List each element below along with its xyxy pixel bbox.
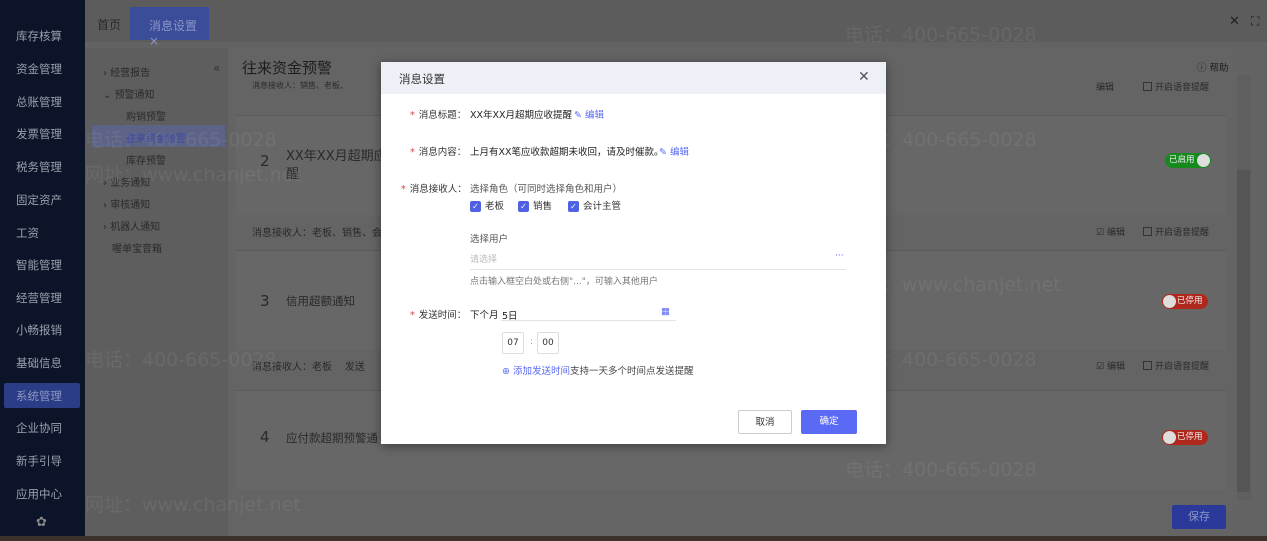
cancel-button[interactable]: 取消 xyxy=(738,410,792,434)
sidebar-item[interactable]: 资金管理 xyxy=(16,61,62,77)
sidebar-item[interactable]: 经营管理 xyxy=(16,290,62,306)
fullscreen-icon[interactable]: ⛶ xyxy=(1251,14,1259,29)
sidebar: 库存核算 资金管理 总账管理 发票管理 税务管理 固定资产 工资 智能管理 经营… xyxy=(0,0,85,541)
sidebar-item[interactable]: 小畅报销 xyxy=(16,322,62,338)
input-underline xyxy=(501,320,676,321)
dialog-header xyxy=(381,62,886,94)
tab-close-icon[interactable]: × xyxy=(149,34,159,48)
content-value: 上月有XX笔应收款超期未收回，请及时催款。 xyxy=(470,147,664,158)
title-value: XX年XX月超期应收提醒 xyxy=(470,110,573,121)
edit-button[interactable]: 编辑 xyxy=(1096,80,1114,93)
sidebar-item[interactable]: 智能管理 xyxy=(16,257,62,273)
sidebar-item[interactable]: 新手引导 xyxy=(16,453,62,469)
voice-reminder-checkbox[interactable]: 开启语音提醒 xyxy=(1143,359,1209,372)
help-link[interactable]: ⓘ 帮助 xyxy=(1197,60,1229,74)
sidebar-item[interactable]: 总账管理 xyxy=(16,94,62,110)
sidebar-item[interactable]: 应用中心 xyxy=(16,486,62,502)
more-users-button[interactable]: ··· xyxy=(835,251,844,261)
card-number: 3 xyxy=(260,292,270,310)
sidebar-item[interactable]: 工资 xyxy=(16,225,39,241)
input-underline xyxy=(470,269,846,270)
scrollbar-thumb[interactable] xyxy=(1237,170,1250,492)
receivers-text: 消息接收人：销售、老板、 xyxy=(252,81,348,90)
confirm-button[interactable]: 确定 xyxy=(801,410,857,434)
edit-button[interactable]: ☑ 编辑 xyxy=(1096,225,1125,238)
help-icon: ⓘ xyxy=(1197,63,1207,74)
tree-item[interactable]: 购销预警 xyxy=(126,108,166,123)
minute-input[interactable]: 00 xyxy=(537,332,559,354)
tab-home[interactable]: 首页 xyxy=(97,16,121,33)
tree-item[interactable]: ⌄ 预警通知 xyxy=(103,86,155,101)
hour-input[interactable]: 07 xyxy=(502,332,524,354)
time-prefix: 下个月 xyxy=(470,310,499,321)
close-icon[interactable]: ✕ xyxy=(858,69,870,85)
role-checkbox-sales[interactable]: ✓ 销售 xyxy=(518,198,552,212)
card-title: 信用超额通知 xyxy=(286,294,355,308)
card-title: 应付款超期预警通 xyxy=(286,431,378,445)
sidebar-item[interactable]: 发票管理 xyxy=(16,126,62,142)
close-icon[interactable]: ✕ xyxy=(1229,14,1240,29)
sidebar-item[interactable]: 基础信息 xyxy=(16,355,62,371)
tree-item[interactable]: › 机器人通知 xyxy=(103,218,160,233)
receivers-label: * 消息接收人： xyxy=(401,184,467,195)
tab-label: 消息设置 xyxy=(149,19,198,33)
page-title: 往来资金预警 xyxy=(242,59,333,77)
edit-content-button[interactable]: ✎ 编辑 xyxy=(659,144,689,158)
time-separator: : xyxy=(530,337,534,347)
role-hint: 选择角色（可同时选择角色和用户） xyxy=(470,184,623,195)
message-settings-dialog: 消息设置 ✕ * 消息标题： XX年XX月超期应收提醒 ✎ 编辑 * 消息内容： 上… xyxy=(381,62,886,444)
watermark: 网址：www.chanjet.net xyxy=(85,494,301,516)
edit-title-button[interactable]: ✎ 编辑 xyxy=(574,107,604,121)
voice-reminder-checkbox[interactable]: 开启语音提醒 xyxy=(1143,225,1209,238)
card-number: 4 xyxy=(260,428,270,446)
send-time-label: * 发送时间： xyxy=(410,310,467,321)
bottom-strip xyxy=(0,536,1267,541)
tree-item[interactable]: › 经营报告 xyxy=(103,64,150,79)
watermark: 网址：www.chanjet.net xyxy=(85,164,301,186)
gear-icon[interactable]: ✿ xyxy=(36,515,47,530)
sidebar-item[interactable]: 库存核算 xyxy=(16,28,62,44)
title-label: * 消息标题： xyxy=(410,110,467,121)
status-toggle[interactable]: 已停用 xyxy=(1162,430,1208,445)
tab-bar xyxy=(85,0,1267,42)
user-hint: 点击输入框空白处或右侧"..."，可输入其他用户 xyxy=(470,277,658,287)
edit-icon: ✎ xyxy=(659,147,667,158)
user-select-input[interactable]: 请选择 xyxy=(470,252,497,265)
watermark: 电话：400-665-0028 xyxy=(85,349,277,371)
watermark: 电话：400-665-0028 xyxy=(845,24,1037,46)
add-time-hint: 支持一天多个时间点发送提醒 xyxy=(570,366,694,377)
tree-item[interactable]: 喔单宝音箱 xyxy=(112,240,162,255)
voice-reminder-checkbox[interactable]: 开启语音提醒 xyxy=(1143,80,1209,93)
edit-icon: ✎ xyxy=(574,110,582,121)
receivers-text: 消息接收人：老板、销售、会 xyxy=(252,228,382,239)
save-button[interactable]: 保存 xyxy=(1172,505,1226,529)
tab-message-settings[interactable]: 消息设置 × xyxy=(130,7,209,48)
add-send-time-button[interactable]: ⊕ 添加发送时间 xyxy=(502,363,570,377)
edit-button[interactable]: ☑ 编辑 xyxy=(1096,359,1125,372)
plus-circle-icon: ⊕ xyxy=(502,366,510,377)
collapse-icon[interactable]: « xyxy=(213,61,220,75)
sidebar-item[interactable]: 税务管理 xyxy=(16,159,62,175)
content-label: * 消息内容： xyxy=(410,147,467,158)
role-checkbox-boss[interactable]: ✓ 老板 xyxy=(470,198,504,212)
watermark: 电话：400-665-0028 xyxy=(845,459,1037,481)
sidebar-item[interactable]: 固定资产 xyxy=(16,192,62,208)
status-toggle[interactable]: 已停用 xyxy=(1162,294,1208,309)
dialog-title: 消息设置 xyxy=(399,72,445,86)
watermark: 电话：400-665-0028 xyxy=(85,129,277,151)
user-label: 选择用户 xyxy=(470,234,509,245)
status-toggle[interactable]: 已启用 xyxy=(1165,153,1211,168)
sidebar-item[interactable]: 企业协同 xyxy=(16,420,62,436)
sidebar-item-active[interactable]: 系统管理 xyxy=(4,383,80,408)
calendar-icon[interactable]: ▦ xyxy=(661,306,670,317)
tree-item[interactable]: › 审核通知 xyxy=(103,196,150,211)
role-checkbox-accounting-manager[interactable]: ✓ 会计主管 xyxy=(568,198,621,212)
